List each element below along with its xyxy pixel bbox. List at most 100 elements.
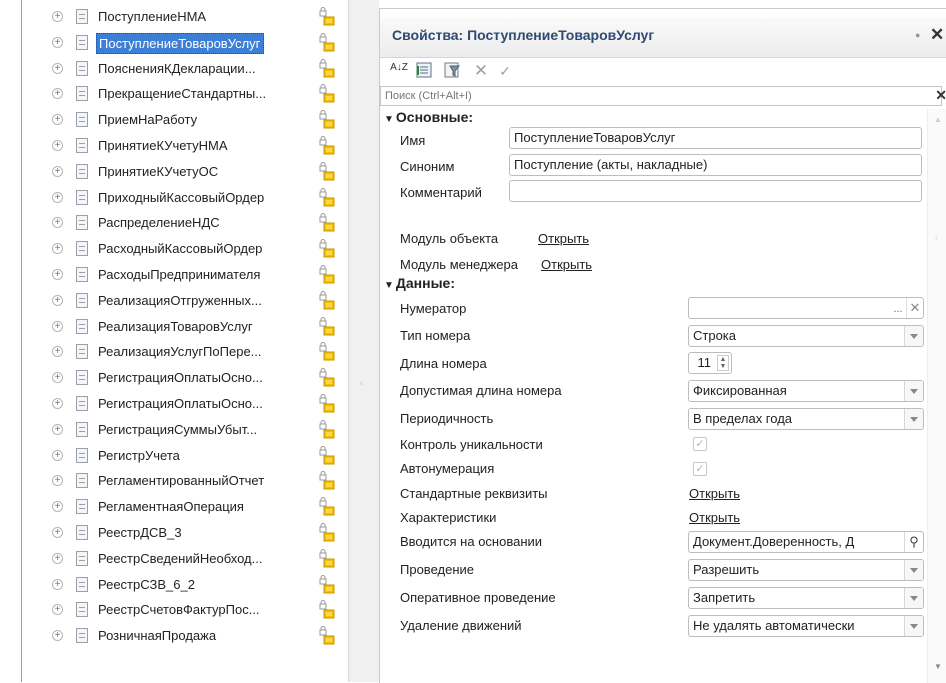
tree-item[interactable]: + РеестрСчетовФактурПос... <box>0 597 348 623</box>
dropdown-arrow-icon[interactable] <box>904 588 923 608</box>
expand-icon[interactable]: + <box>52 578 63 590</box>
realtime-posting-select[interactable]: Запретить <box>688 587 924 609</box>
tree-item[interactable]: + ПрекращениеСтандартны... <box>0 81 348 107</box>
sort-alphabetical-icon[interactable]: A↓Z <box>388 63 410 85</box>
expand-icon[interactable]: + <box>52 527 63 538</box>
document-icon <box>76 396 88 411</box>
tree-item[interactable]: + РегистрацияОплатыОсно... <box>0 365 348 391</box>
tree-item[interactable]: + ПоступлениеНМА <box>0 4 348 30</box>
expand-icon[interactable]: + <box>52 372 63 384</box>
expand-icon[interactable]: + <box>52 36 63 48</box>
autonumber-checkbox[interactable]: ✓ <box>693 462 707 476</box>
expand-icon[interactable]: + <box>52 88 63 100</box>
expand-icon[interactable]: + <box>52 346 63 358</box>
tree-item[interactable]: + ПринятиеКУчетуОС <box>0 159 348 185</box>
number-length-field[interactable]: 11 ▲ ▼ <box>688 352 732 374</box>
delete-movements-select[interactable]: Не удалять автоматически <box>688 615 924 637</box>
comment-field[interactable] <box>509 180 922 202</box>
dropdown-arrow-icon[interactable] <box>904 326 923 346</box>
tree-item[interactable]: + РасходыПредпринимателя <box>0 262 348 288</box>
tree-item[interactable]: + РеализацияТоваровУслуг <box>0 314 348 340</box>
section-main[interactable]: ▼ Основные: <box>384 109 473 125</box>
tree-item[interactable]: + РеестрСведенийНеобход... <box>0 546 348 572</box>
apply-icon[interactable]: ✓ <box>494 60 516 82</box>
scroll-up-icon[interactable]: ▲ <box>934 115 942 124</box>
section-data[interactable]: ▼ Данные: <box>384 275 455 291</box>
expand-icon[interactable]: + <box>52 269 63 280</box>
expand-icon[interactable]: + <box>52 114 63 126</box>
uniqueness-checkbox[interactable]: ✓ <box>693 437 707 451</box>
expand-icon[interactable]: + <box>52 552 63 564</box>
tree-item[interactable]: + РегламентированныйОтчет <box>0 468 348 494</box>
expand-icon[interactable]: + <box>52 243 63 255</box>
vertical-scrollbar[interactable]: ▲ ‹ ▼ <box>927 109 946 683</box>
expand-icon[interactable]: + <box>52 320 63 332</box>
clear-field-icon[interactable]: ✕ <box>906 298 923 318</box>
name-field[interactable]: ПоступлениеТоваровУслуг <box>509 127 922 149</box>
filter-icon[interactable] <box>441 60 463 82</box>
property-search-box[interactable]: ✕ <box>380 86 946 106</box>
expand-icon[interactable]: + <box>52 165 63 177</box>
posting-select[interactable]: Разрешить <box>688 559 924 581</box>
expand-icon[interactable]: + <box>52 604 63 616</box>
search-input[interactable] <box>385 88 905 104</box>
search-clear-icon[interactable]: ✕ <box>935 87 946 104</box>
numerator-field[interactable]: ... ✕ <box>688 297 924 319</box>
standard-attrs-open-link[interactable]: Открыть <box>689 486 740 501</box>
tree-item[interactable]: + РегистрацияОплатыОсно... <box>0 391 348 417</box>
synonym-field[interactable]: Поступление (акты, накладные) <box>509 154 922 176</box>
delete-movements-value: Не удалять автоматически <box>693 618 855 633</box>
tree-item[interactable]: + РегистрацияСуммыУбыт... <box>0 417 348 443</box>
expand-icon[interactable]: + <box>52 11 63 22</box>
tree-item[interactable]: + ПоясненияКДекларации... <box>0 56 348 82</box>
pin-icon[interactable]: ● <box>915 30 920 40</box>
expand-icon[interactable]: + <box>52 191 63 203</box>
object-module-open-link[interactable]: Открыть <box>538 231 589 246</box>
clear-filter-icon[interactable]: ✕ <box>470 60 492 82</box>
tree-item[interactable]: + РегламентнаяОперация <box>0 494 348 520</box>
tree-item[interactable]: + ПоступлениеТоваровУслуг <box>0 30 348 56</box>
expand-icon[interactable]: + <box>52 630 63 642</box>
tree-item[interactable]: + ПринятиеКУчетуНМА <box>0 133 348 159</box>
object-lock-icon <box>319 84 335 103</box>
dropdown-arrow-icon[interactable] <box>904 409 923 429</box>
select-dots-icon[interactable]: ... <box>889 298 907 318</box>
characteristics-open-link[interactable]: Открыть <box>689 510 740 525</box>
tree-item[interactable]: + РозничнаяПродажа <box>0 623 348 649</box>
dropdown-arrow-icon[interactable] <box>904 381 923 401</box>
tree-item[interactable]: + ПриходныйКассовыйОрдер <box>0 185 348 211</box>
expand-icon[interactable]: + <box>52 217 63 229</box>
allowed-length-select[interactable]: Фиксированная <box>688 380 924 402</box>
expand-icon[interactable]: + <box>52 475 63 487</box>
tree-item[interactable]: + РеестрДСВ_3 <box>0 520 348 546</box>
spinner-icon[interactable]: ▲ ▼ <box>717 355 729 371</box>
panel-splitter[interactable]: ‹ <box>348 0 379 682</box>
tree-item[interactable]: + РеестрСЗВ_6_2 <box>0 572 348 598</box>
close-icon[interactable]: ✕ <box>930 25 944 45</box>
name-value: ПоступлениеТоваровУслуг <box>514 130 676 145</box>
number-type-select[interactable]: Строка <box>688 325 924 347</box>
expand-icon[interactable]: + <box>52 501 63 513</box>
scroll-thumb-grip-icon[interactable]: ‹ <box>935 233 938 242</box>
tree-item[interactable]: + РасходныйКассовыйОрдер <box>0 236 348 262</box>
tree-item[interactable]: + РеализацияУслугПоПере... <box>0 339 348 365</box>
expand-icon[interactable]: + <box>52 140 63 151</box>
expand-icon[interactable]: + <box>52 423 63 435</box>
based-on-field[interactable]: Документ.Доверенность, Д ⚲ <box>688 531 924 553</box>
manager-module-open-link[interactable]: Открыть <box>541 257 592 272</box>
expand-icon[interactable]: + <box>52 398 63 409</box>
tree-item[interactable]: + ПриемНаРаботу <box>0 107 348 133</box>
dropdown-arrow-icon[interactable] <box>904 560 923 580</box>
tree-item[interactable]: + РаспределениеНДС <box>0 210 348 236</box>
tree-item[interactable]: + РеализацияОтгруженных... <box>0 288 348 314</box>
expand-icon[interactable]: + <box>52 62 63 74</box>
expand-icon[interactable]: + <box>52 449 63 461</box>
tree-item[interactable]: + РегистрУчета <box>0 443 348 469</box>
expand-icon[interactable]: + <box>52 294 63 306</box>
scroll-down-icon[interactable]: ▼ <box>934 662 942 671</box>
magnifier-icon[interactable]: ⚲ <box>904 532 923 552</box>
categorize-icon[interactable] <box>413 60 435 82</box>
periodicity-select[interactable]: В пределах года <box>688 408 924 430</box>
dropdown-arrow-icon[interactable] <box>904 616 923 636</box>
object-lock-icon <box>319 419 335 439</box>
